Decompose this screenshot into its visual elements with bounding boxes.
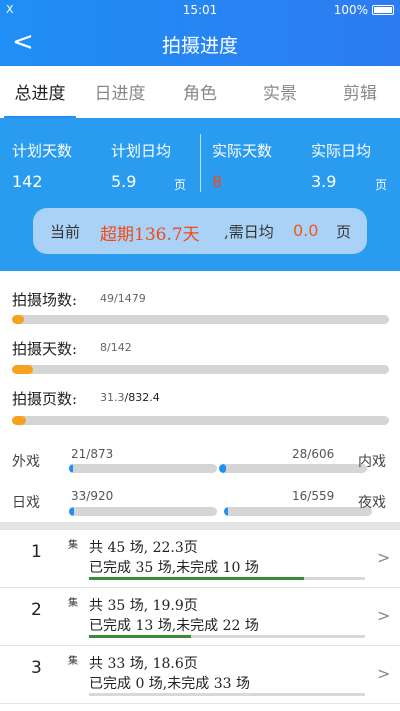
episode-number: 2	[31, 600, 42, 620]
day-scene-label: 日戏	[12, 495, 40, 511]
current-label: 当前	[50, 223, 81, 241]
episode-progress-bar	[89, 635, 365, 638]
chevron-right-icon[interactable]: >	[377, 606, 390, 625]
scene-type-section: 外戏 21/873 28/606 内戏 日戏 33/920 16/559 夜戏	[0, 439, 400, 522]
episode-progress-bar	[89, 577, 365, 580]
plan-days-value: 142	[12, 172, 43, 191]
status-bar: X 15:01 100%	[0, 0, 400, 22]
episode-list: 1 集 共 45 场, 22.3页 已完成 35 场,未完成 10 场 > 2 …	[0, 530, 400, 711]
episode-row[interactable]: 1 集 共 45 场, 22.3页 已完成 35 场,未完成 10 场 >	[0, 530, 400, 588]
plan-avg-unit: 页	[174, 178, 187, 192]
night-scene-value: 16/559	[292, 489, 335, 503]
overdue-pill: 当前 超期136.7天 ,需日均 0.0 页	[33, 208, 367, 254]
chevron-right-icon[interactable]: >	[377, 664, 390, 683]
plan-days-label: 计划天数	[12, 142, 73, 160]
actual-days-label: 实际天数	[212, 142, 273, 160]
day-count-bar	[12, 365, 389, 374]
exterior-value: 21/873	[71, 447, 114, 461]
chevron-right-icon[interactable]: >	[377, 548, 390, 567]
page-count-label: 拍摄页数:	[12, 390, 78, 408]
section-gap	[0, 522, 400, 530]
episode-unit: 集	[68, 540, 78, 551]
tab-roles[interactable]: 角色	[160, 66, 240, 118]
episode-status: 已完成 0 场,未完成 33 场	[89, 676, 250, 692]
episode-row[interactable]: 2 集 共 35 场, 19.9页 已完成 13 场,未完成 22 场 >	[0, 588, 400, 646]
episode-summary: 共 45 场, 22.3页	[89, 540, 198, 556]
episode-row[interactable]: 3 集 共 33 场, 18.6页 已完成 0 场,未完成 33 场 >	[0, 646, 400, 704]
interior-bar	[219, 464, 367, 473]
exterior-label: 外戏	[12, 454, 40, 470]
episode-summary: 共 33 场, 18.6页	[89, 656, 198, 672]
actual-avg-label: 实际日均	[311, 142, 372, 160]
tab-bar: 总进度 日进度 角色 实景 剪辑	[0, 66, 400, 118]
status-right: 100%	[334, 3, 394, 17]
night-scene-bar	[224, 507, 372, 516]
need-avg-label: ,需日均	[224, 223, 274, 241]
interior-label: 内戏	[358, 454, 386, 470]
episode-summary: 共 35 场, 19.9页	[89, 598, 198, 614]
page-count-value: 31.3/832.4	[100, 391, 160, 404]
page-count-bar	[12, 416, 389, 425]
scene-count-bar	[12, 315, 389, 324]
overdue-value: 超期136.7天	[100, 225, 200, 245]
tab-daily-progress[interactable]: 日进度	[80, 66, 160, 118]
episode-status: 已完成 35 场,未完成 10 场	[89, 560, 259, 576]
shooting-progress-section: 拍摄场数: 49/1479 拍摄天数: 8/142 拍摄页数: 31.3/832…	[0, 271, 400, 439]
battery-icon	[372, 5, 394, 15]
episode-unit: 集	[68, 656, 78, 667]
episode-number: 3	[31, 658, 42, 678]
episode-unit: 集	[68, 598, 78, 609]
need-avg-unit: 页	[336, 223, 352, 241]
exterior-bar	[69, 464, 217, 473]
summary-divider	[200, 134, 201, 192]
episode-number: 1	[31, 542, 42, 562]
tab-editing[interactable]: 剪辑	[320, 66, 400, 118]
need-avg-value: 0.0	[293, 221, 319, 240]
plan-avg-value: 5.9	[111, 172, 137, 191]
plan-avg-label: 计划日均	[111, 142, 172, 160]
battery-percent: 100%	[333, 3, 368, 17]
tab-locations[interactable]: 实景	[240, 66, 320, 118]
night-scene-label: 夜戏	[358, 495, 386, 511]
episode-progress-bar	[89, 693, 365, 696]
nav-bar: < 拍摄进度	[0, 22, 400, 66]
tab-total-progress[interactable]: 总进度	[0, 66, 80, 118]
actual-avg-unit: 页	[375, 178, 388, 192]
day-count-value: 8/142	[100, 341, 132, 354]
page-title: 拍摄进度	[161, 35, 238, 57]
scene-count-value: 49/1479	[100, 292, 146, 305]
day-count-label: 拍摄天数:	[12, 340, 78, 358]
actual-days-value: 8	[212, 172, 223, 191]
actual-avg-value: 3.9	[311, 172, 337, 191]
interior-value: 28/606	[292, 447, 335, 461]
day-scene-value: 33/920	[71, 489, 114, 503]
episode-status: 已完成 13 场,未完成 22 场	[89, 618, 259, 634]
day-scene-bar	[69, 507, 217, 516]
summary-panel: 计划天数 计划日均 实际天数 实际日均 142 5.9 页 8 3.9 页 当前…	[0, 118, 400, 271]
scene-count-label: 拍摄场数:	[12, 291, 78, 309]
